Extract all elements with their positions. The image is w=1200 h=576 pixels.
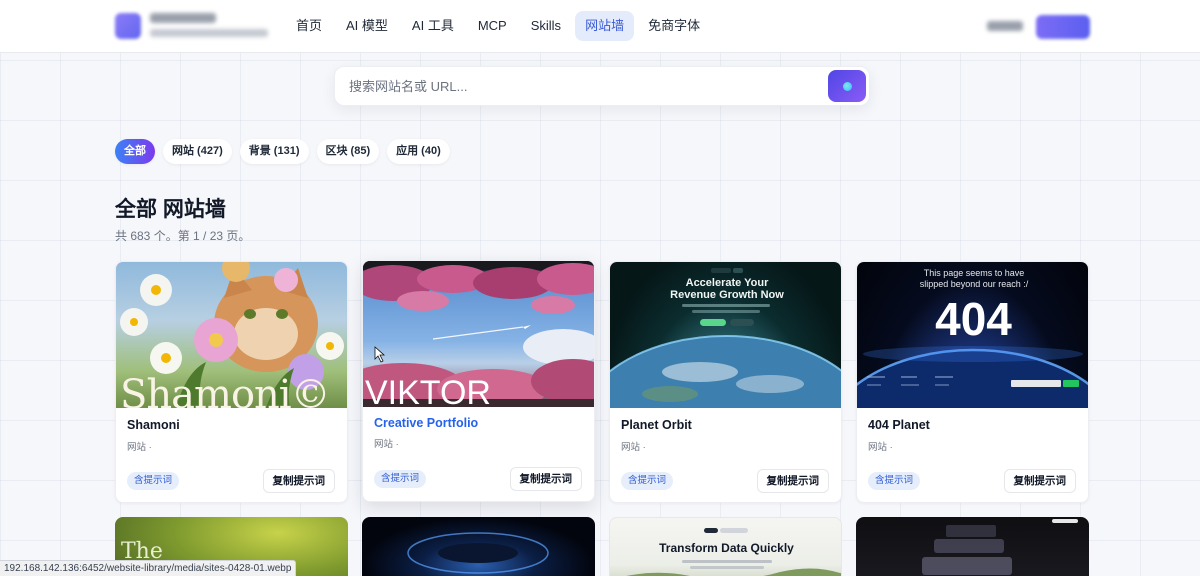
prompt-badge: 含提示词 xyxy=(374,470,427,488)
nav-item-free-fonts[interactable]: 免商字体 xyxy=(638,11,710,41)
brand-name-blurred xyxy=(150,12,270,40)
site-thumbnail[interactable]: This page seems to have slipped beyond o… xyxy=(857,262,1088,408)
nav-item-ai-models[interactable]: AI 模型 xyxy=(336,11,398,41)
site-card-meta: 网站 · xyxy=(374,439,399,450)
site-card-title[interactable]: Creative Portfolio xyxy=(374,416,478,430)
site-card-thumbnail[interactable]: Transform Data Quickly xyxy=(609,517,842,576)
thumbnail-headline: Transform Data Quickly xyxy=(659,541,794,555)
site-card-title[interactable]: 404 Planet xyxy=(868,418,930,432)
nav-item-skills[interactable]: Skills xyxy=(521,11,571,41)
site-card-meta: 网站 · xyxy=(868,442,893,453)
top-header: 首页 AI 模型 AI 工具 MCP Skills 网站墙 免商字体 xyxy=(0,0,1200,53)
filter-websites[interactable]: 网站 (427) xyxy=(163,139,232,164)
prompt-badge: 含提示词 xyxy=(868,472,921,490)
copy-prompt-button[interactable]: 复制提示词 xyxy=(509,467,582,491)
site-thumbnail[interactable]: VIKTOR xyxy=(363,261,594,407)
prompt-badge: 含提示词 xyxy=(127,472,180,490)
thumbnail-caption: Shamoni© xyxy=(120,372,331,408)
nav-item-home[interactable]: 首页 xyxy=(286,11,332,41)
copy-prompt-button[interactable]: 复制提示词 xyxy=(262,469,335,493)
site-card-meta: 网站 · xyxy=(127,442,152,453)
user-name-blurred[interactable] xyxy=(987,21,1023,31)
search-button[interactable] xyxy=(828,70,866,102)
search-box xyxy=(334,66,870,106)
thumbnail-404-number: 404 xyxy=(935,293,1012,345)
site-card-meta: 网站 · xyxy=(621,442,646,453)
site-thumbnail[interactable]: Shamoni© xyxy=(116,262,347,408)
thumbnail-caption: VIKTOR xyxy=(365,374,491,407)
nav-item-website-wall[interactable]: 网站墙 xyxy=(575,11,635,41)
site-card-thumbnail[interactable] xyxy=(362,517,595,576)
site-card[interactable]: This page seems to have slipped beyond o… xyxy=(856,261,1089,503)
search-icon xyxy=(842,81,852,91)
copy-prompt-button[interactable]: 复制提示词 xyxy=(756,469,829,493)
nav-item-ai-tools[interactable]: AI 工具 xyxy=(402,11,464,41)
page-title: 全部 网站墙 xyxy=(115,198,226,221)
page-count: 共 683 个。第 1 / 23 页。 xyxy=(115,229,251,243)
filter-apps[interactable]: 应用 (40) xyxy=(387,139,450,164)
site-card-thumbnail[interactable] xyxy=(856,517,1089,576)
site-card[interactable]: Accelerate Your Revenue Growth Now Plane… xyxy=(609,261,842,503)
search-input[interactable] xyxy=(349,67,819,105)
site-card[interactable]: VIKTOR Creative Portfolio 网站 · 含提示词 复制提示… xyxy=(362,260,595,502)
main-nav: 首页 AI 模型 AI 工具 MCP Skills 网站墙 免商字体 xyxy=(286,11,710,41)
filter-all[interactable]: 全部 xyxy=(115,139,155,164)
filter-sections[interactable]: 区块 (85) xyxy=(316,139,380,164)
filter-backgrounds[interactable]: 背景 (131) xyxy=(239,139,309,164)
link-preview-url: 192.168.142.136:6452/website-library/med… xyxy=(0,560,297,576)
prompt-badge: 含提示词 xyxy=(621,472,674,490)
site-card[interactable]: Shamoni© Shamoni 网站 · 含提示词 复制提示词 xyxy=(115,261,348,503)
site-card-title[interactable]: Planet Orbit xyxy=(621,418,692,432)
category-filters: 全部 网站 (427) 背景 (131) 区块 (85) 应用 (40) xyxy=(115,139,450,164)
thumbnail-message: This page seems to have slipped beyond o… xyxy=(919,268,1029,289)
thumbnail-headline: Accelerate Your Revenue Growth Now xyxy=(670,277,784,301)
nav-item-mcp[interactable]: MCP xyxy=(468,11,517,41)
header-action-button-blurred[interactable] xyxy=(1036,15,1090,39)
site-thumbnail[interactable]: Accelerate Your Revenue Growth Now xyxy=(610,262,841,408)
copy-prompt-button[interactable]: 复制提示词 xyxy=(1003,469,1076,493)
logo-icon[interactable] xyxy=(115,13,141,39)
site-card-title[interactable]: Shamoni xyxy=(127,418,180,432)
